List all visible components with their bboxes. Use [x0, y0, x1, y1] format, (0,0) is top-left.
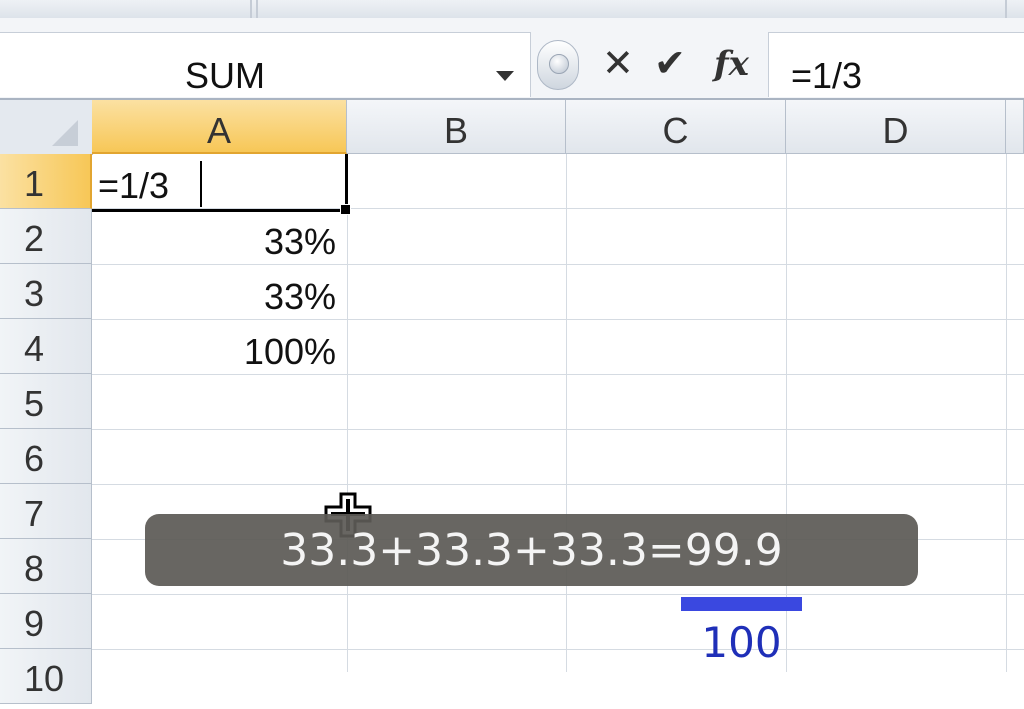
text-caret — [200, 161, 202, 207]
formula-bar: SUM ✕ ✔ fx =1/3 — [0, 18, 1024, 100]
grid-line — [347, 154, 348, 672]
cell-a3[interactable]: 33% — [92, 269, 336, 324]
fill-handle[interactable] — [340, 204, 351, 215]
row-header-5[interactable]: 5 — [0, 374, 92, 429]
annotation-underline — [681, 597, 802, 611]
enter-check-icon[interactable]: ✔ — [654, 44, 686, 84]
spreadsheet-grid: A B C D 1 2 3 4 5 6 7 8 9 10 =1/3 33% 33… — [0, 100, 1024, 704]
name-box[interactable]: SUM — [0, 32, 531, 97]
ribbon-strip — [0, 0, 1024, 19]
formula-input[interactable]: =1/3 — [768, 32, 1024, 97]
cancel-icon[interactable]: ✕ — [602, 44, 634, 84]
cell-a4[interactable]: 100% — [92, 324, 336, 379]
row-header-8[interactable]: 8 — [0, 539, 92, 594]
column-header-a[interactable]: A — [92, 100, 347, 154]
formula-text: =1/3 — [791, 55, 863, 96]
caption-overlay: 33.3+33.3+33.3=99.9 — [145, 514, 918, 586]
insert-function-icon[interactable]: fx — [714, 44, 749, 84]
grid-line — [92, 649, 1024, 650]
ribbon-separator — [250, 0, 252, 18]
column-header-c[interactable]: C — [566, 100, 786, 154]
row-header-4[interactable]: 4 — [0, 319, 92, 374]
column-header-d[interactable]: D — [786, 100, 1006, 154]
annotation-text: 100 — [701, 618, 782, 667]
column-header-b[interactable]: B — [347, 100, 566, 154]
column-header-e[interactable] — [1006, 100, 1024, 154]
name-box-value: SUM — [185, 55, 265, 96]
active-cell-border[interactable] — [92, 154, 351, 215]
row-header-2[interactable]: 2 — [0, 209, 92, 264]
row-header-6[interactable]: 6 — [0, 429, 92, 484]
grid-line — [92, 484, 1024, 485]
row-header-7[interactable]: 7 — [0, 484, 92, 539]
grid-line — [92, 429, 1024, 430]
grid-line — [566, 154, 567, 672]
row-header-9[interactable]: 9 — [0, 594, 92, 649]
row-header-1[interactable]: 1 — [0, 154, 92, 209]
grid-line — [1006, 154, 1007, 672]
row-header-3[interactable]: 3 — [0, 264, 92, 319]
select-all-corner[interactable] — [0, 100, 93, 155]
grid-line — [786, 154, 787, 672]
dropdown-arrow-icon[interactable] — [496, 71, 514, 81]
cell-a2[interactable]: 33% — [92, 214, 336, 269]
row-header-10[interactable]: 10 — [0, 649, 92, 704]
formula-bar-grip[interactable] — [537, 40, 579, 90]
ribbon-separator — [1005, 0, 1007, 18]
ribbon-separator — [256, 0, 258, 18]
grid-line — [92, 594, 1024, 595]
